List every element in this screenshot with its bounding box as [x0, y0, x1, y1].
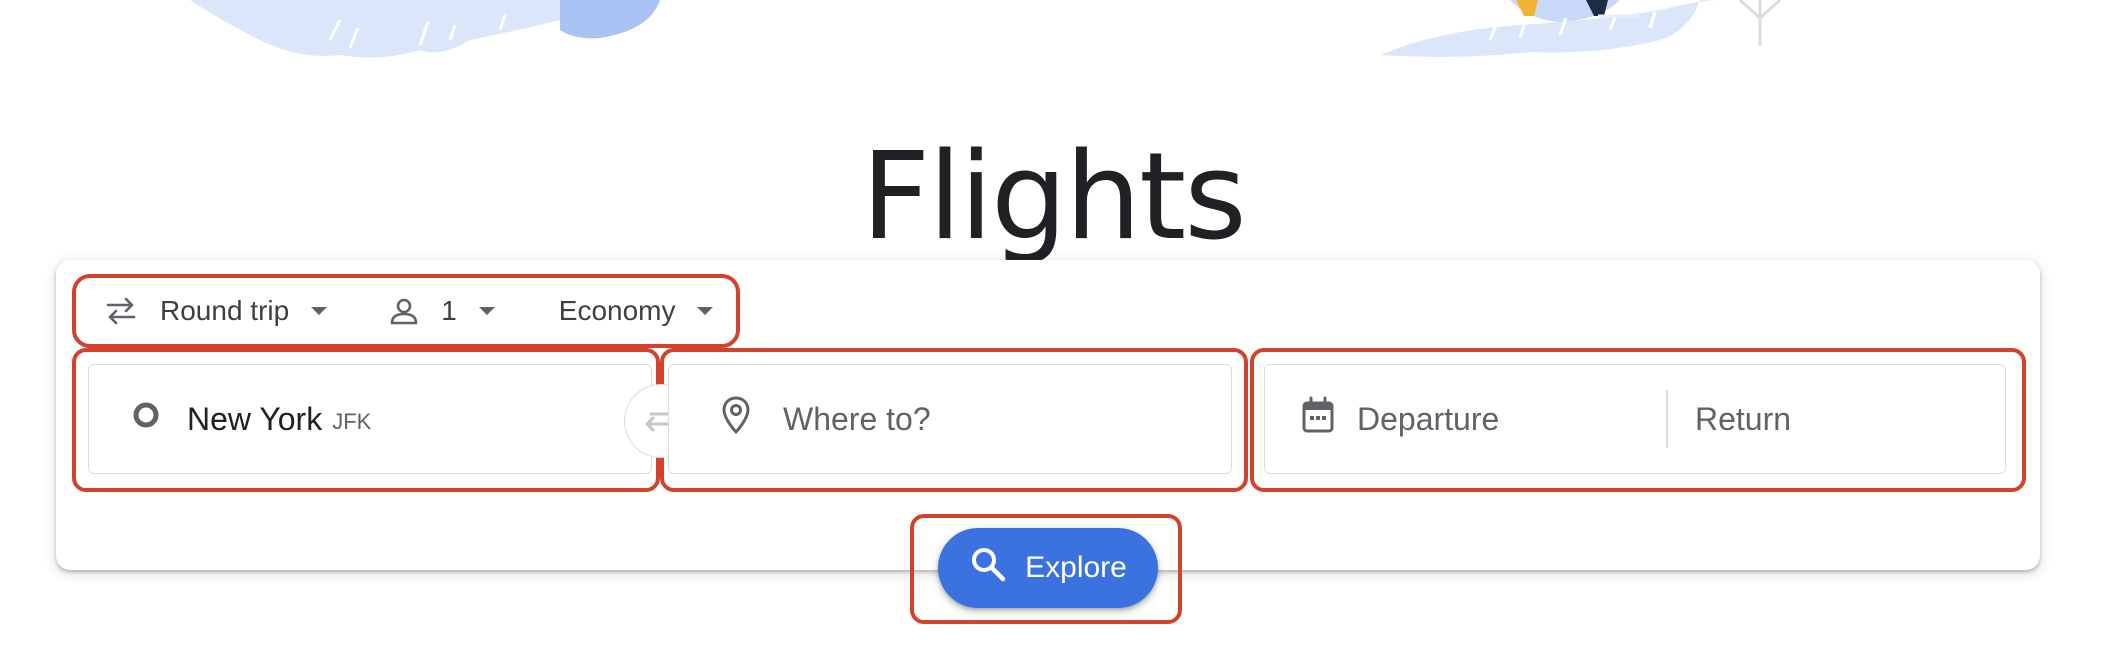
calendar-icon: [1301, 396, 1335, 442]
origin-field[interactable]: New York JFK: [88, 364, 652, 474]
origin-airport-code: JFK: [332, 409, 372, 434]
swap-arrows-icon: [104, 296, 138, 326]
departure-placeholder: Departure: [1357, 400, 1500, 437]
dates-field: Departure Return: [1264, 364, 2006, 474]
cabin-class-dropdown[interactable]: Economy: [545, 283, 728, 339]
trip-options-row: Round trip 1 Economy: [72, 274, 740, 348]
person-icon: [389, 296, 419, 326]
page-title: Flights: [861, 128, 1247, 268]
destination-field[interactable]: Where to?: [668, 364, 1232, 474]
departure-date-input[interactable]: Departure: [1301, 365, 1661, 473]
origin-city: New York: [187, 400, 323, 437]
passengers-count: 1: [441, 295, 457, 326]
header-illustration: [190, 0, 1782, 58]
explore-label: Explore: [1025, 551, 1127, 584]
explore-button[interactable]: Explore: [938, 528, 1158, 608]
hollow-circle-icon: [131, 400, 161, 438]
cabin-class-label: Economy: [558, 295, 676, 326]
trip-type-dropdown[interactable]: Round trip: [76, 283, 341, 339]
location-pin-icon: [721, 395, 751, 443]
search-icon: [969, 545, 1007, 591]
chevron-down-icon: [478, 307, 495, 315]
return-date-input[interactable]: Return: [1661, 365, 1791, 473]
chevron-down-icon: [311, 307, 328, 315]
return-placeholder: Return: [1695, 400, 1792, 437]
passengers-dropdown[interactable]: 1: [375, 283, 509, 339]
trip-type-label: Round trip: [160, 295, 290, 326]
chevron-down-icon: [697, 307, 714, 315]
date-divider: [1666, 390, 1668, 448]
destination-placeholder: Where to?: [783, 400, 931, 437]
